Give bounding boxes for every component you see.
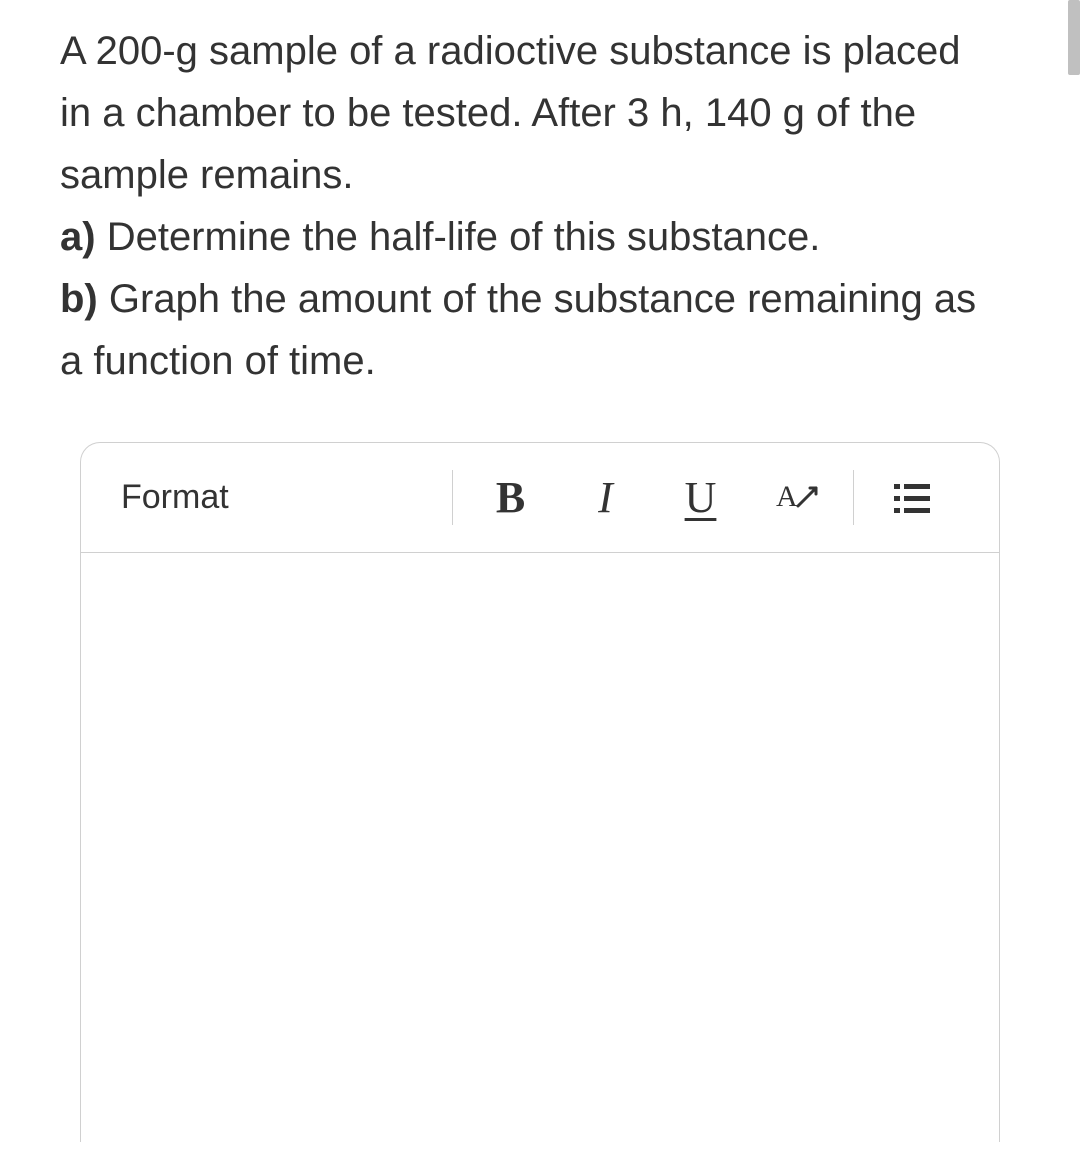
toolbar-divider	[452, 470, 453, 525]
part-b-text: Graph the amount of the substance remain…	[60, 277, 976, 383]
question-intro: A 200-g sample of a radioctive substance…	[60, 29, 961, 197]
italic-button[interactable]: I	[558, 463, 653, 533]
bold-button[interactable]: B	[463, 463, 558, 533]
svg-text:A: A	[776, 480, 798, 513]
list-icon	[890, 476, 934, 520]
toolbar-buttons: B I U A	[442, 463, 959, 533]
rich-text-editor: Format B I U A	[80, 442, 1000, 1142]
underline-button[interactable]: U	[653, 463, 748, 533]
editor-toolbar: Format B I U A	[81, 443, 999, 553]
question-text: A 200-g sample of a radioctive substance…	[60, 20, 1020, 392]
part-b-label: b)	[60, 277, 98, 321]
editor-textarea[interactable]	[81, 553, 999, 1133]
part-a-text: Determine the half-life of this substanc…	[96, 215, 821, 259]
clear-format-button[interactable]: A	[748, 463, 843, 533]
part-a-label: a)	[60, 215, 96, 259]
clear-format-icon: A	[772, 474, 820, 522]
toolbar-divider	[853, 470, 854, 525]
scrollbar-thumb[interactable]	[1068, 0, 1080, 75]
list-button[interactable]	[864, 463, 959, 533]
format-dropdown[interactable]: Format	[121, 478, 229, 517]
